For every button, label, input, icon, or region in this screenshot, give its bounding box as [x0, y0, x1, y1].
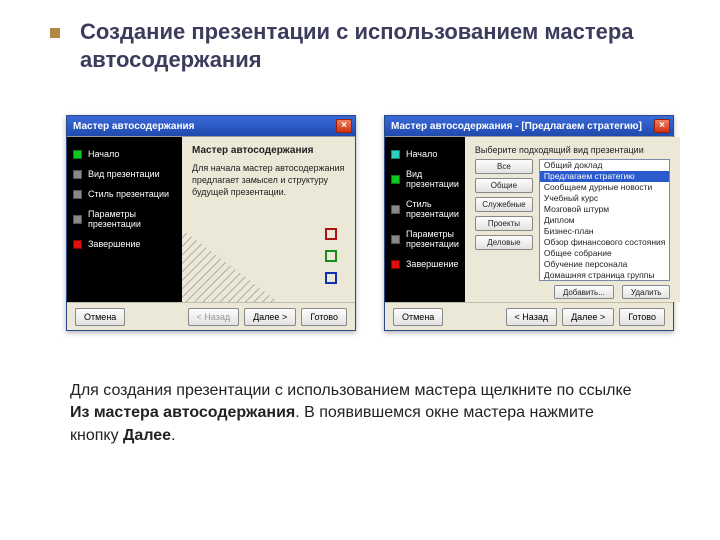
body-text-1: Для создания презентации с использование…: [70, 382, 632, 399]
category-buttons: Все Общие Служебные Проекты Деловые: [475, 159, 533, 281]
cat-general[interactable]: Общие: [475, 178, 533, 193]
cat-projects[interactable]: Проекты: [475, 216, 533, 231]
list-item[interactable]: Обзор финансового состояния: [540, 237, 670, 248]
add-button[interactable]: Добавить...: [554, 285, 614, 299]
list-item[interactable]: Обучение персонала: [540, 259, 670, 270]
deco-square-green: [325, 250, 337, 262]
title-bullet: [50, 28, 60, 38]
deco-square-red: [325, 228, 337, 240]
wizard2-footer: Отмена < Назад Далее > Готово: [385, 302, 673, 330]
step-style: Стиль презентации: [73, 189, 176, 199]
body-paragraph: Для создания презентации с использование…: [70, 380, 640, 447]
wizard1-titlebar: Мастер автосодержания ×: [67, 116, 355, 136]
list-item[interactable]: Диплом: [540, 215, 670, 226]
decoration-area: [182, 222, 355, 302]
back-button[interactable]: < Назад: [188, 308, 240, 326]
wizard2-instruction: Выберите подходящий вид презентации: [475, 145, 671, 155]
list-item[interactable]: Предлагаем стратегию: [540, 171, 670, 182]
list-item[interactable]: Общее собрание: [540, 248, 670, 259]
finish-button[interactable]: Готово: [301, 308, 347, 326]
wizard2-title: Мастер автосодержания - [Предлагаем стра…: [391, 121, 654, 132]
slide-title: Создание презентации с использованием ма…: [80, 18, 690, 73]
wizard1-title: Мастер автосодержания: [73, 121, 336, 132]
cancel-button[interactable]: Отмена: [75, 308, 125, 326]
close-icon[interactable]: ×: [654, 119, 670, 133]
template-listbox[interactable]: Общий докладПредлагаем стратегиюСообщаем…: [539, 159, 671, 281]
wizard2-steps-panel: Начало Вид презентации Стиль презентации…: [385, 137, 465, 302]
wizard2-content: Выберите подходящий вид презентации Все …: [465, 137, 681, 302]
screenshot-row: Мастер автосодержания × Начало Вид презе…: [66, 115, 690, 331]
deco-square-blue: [325, 272, 337, 284]
wizard1-steps-panel: Начало Вид презентации Стиль презентации…: [67, 137, 182, 302]
close-icon[interactable]: ×: [336, 119, 352, 133]
list-item[interactable]: Бизнес-план: [540, 226, 670, 237]
list-item[interactable]: Домашняя страница группы: [540, 270, 670, 281]
list-item[interactable]: Общий доклад: [540, 160, 670, 171]
wizard1-footer: Отмена < Назад Далее > Готово: [67, 302, 355, 330]
step-style: Стиль презентации: [391, 199, 459, 219]
next-button[interactable]: Далее >: [562, 308, 614, 326]
cat-service[interactable]: Служебные: [475, 197, 533, 212]
step-start: Начало: [73, 149, 176, 159]
step-finish: Завершение: [73, 239, 176, 249]
list-item[interactable]: Мозговой штурм: [540, 204, 670, 215]
wizard1-content: Мастер автосодержания Для начала мастер …: [182, 137, 355, 302]
step-finish: Завершение: [391, 259, 459, 269]
finish-button[interactable]: Готово: [619, 308, 665, 326]
cat-business[interactable]: Деловые: [475, 235, 533, 250]
cat-all[interactable]: Все: [475, 159, 533, 174]
body-text-link1: Из мастера автосодержания: [70, 404, 295, 421]
list-item[interactable]: Сообщаем дурные новости: [540, 182, 670, 193]
next-button[interactable]: Далее >: [244, 308, 296, 326]
step-type: Вид презентации: [73, 169, 176, 179]
back-button[interactable]: < Назад: [506, 308, 558, 326]
list-item[interactable]: Учебный курс: [540, 193, 670, 204]
delete-button[interactable]: Удалить: [622, 285, 671, 299]
wizard2-titlebar: Мастер автосодержания - [Предлагаем стра…: [385, 116, 673, 136]
body-text-3: .: [171, 427, 175, 444]
wizard1-window: Мастер автосодержания × Начало Вид презе…: [66, 115, 356, 331]
step-start: Начало: [391, 149, 459, 159]
step-type: Вид презентации: [391, 169, 459, 189]
wizard2-window: Мастер автосодержания - [Предлагаем стра…: [384, 115, 674, 331]
step-params: Параметры презентации: [73, 209, 176, 229]
body-text-link2: Далее: [123, 427, 171, 444]
step-params: Параметры презентации: [391, 229, 459, 249]
wizard1-content-desc: Для начала мастер автосодержания предлаг…: [192, 162, 345, 198]
wizard1-content-title: Мастер автосодержания: [192, 145, 345, 156]
hatch-pattern: [182, 222, 292, 302]
cancel-button[interactable]: Отмена: [393, 308, 443, 326]
